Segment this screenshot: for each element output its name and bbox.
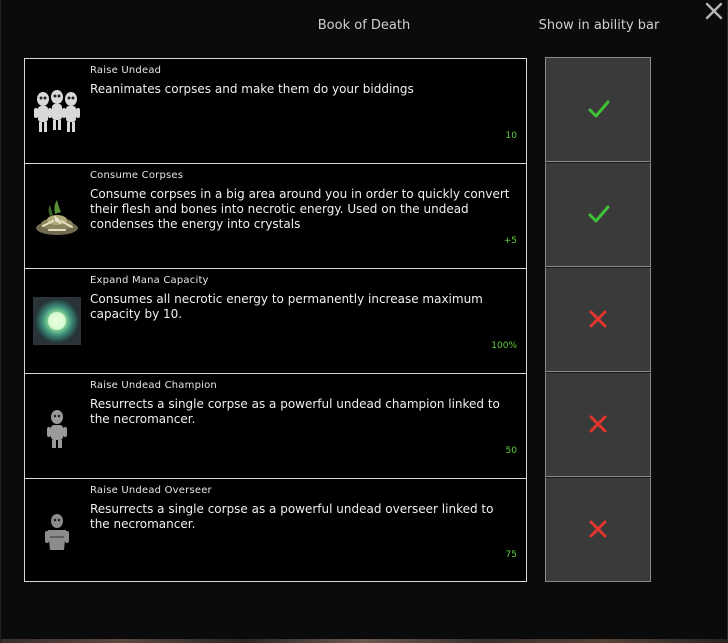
ability-cost: 50 [505, 446, 517, 456]
ability-raise-undead[interactable]: Raise Undead Reanimates corpses and make… [25, 59, 526, 164]
cross-icon [589, 520, 607, 538]
ability-cost: 75 [505, 550, 517, 560]
ability-description: Resurrects a single corpse as a powerful… [90, 397, 500, 426]
ability-name: Raise Undead Overseer [90, 485, 212, 496]
toggle-consume-corpses[interactable] [545, 162, 651, 267]
ability-expand-mana-capacity[interactable]: Expand Mana Capacity Consumes all necrot… [25, 269, 526, 374]
close-icon [705, 2, 723, 20]
ability-name: Raise Undead [90, 65, 162, 76]
toggle-raise-undead[interactable] [545, 57, 651, 162]
toggle-raise-undead-overseer[interactable] [545, 477, 651, 582]
undead-champion-icon [31, 400, 83, 452]
checkmark-icon [588, 100, 610, 118]
cross-icon [589, 310, 607, 328]
close-button[interactable] [703, 0, 725, 24]
game-world-strip [1, 639, 727, 643]
mana-orb-icon [31, 295, 83, 347]
ability-raise-undead-champion[interactable]: Raise Undead Champion Resurrects a singl… [25, 374, 526, 479]
ability-bar-toggles [545, 57, 651, 583]
book-of-death-window: Book of Death Show in ability bar Raise … [0, 0, 728, 643]
ability-list: Raise Undead Reanimates corpses and make… [24, 58, 527, 582]
ability-description: Resurrects a single corpse as a powerful… [90, 502, 494, 531]
cross-icon [589, 415, 607, 433]
ability-consume-corpses[interactable]: Consume Corpses Consume corpses in a big… [25, 164, 526, 269]
ability-cost: 100% [491, 341, 517, 351]
ability-raise-undead-overseer[interactable]: Raise Undead Overseer Resurrects a singl… [25, 479, 526, 582]
ability-description: Consume corpses in a big area around you… [90, 187, 510, 231]
toggle-raise-undead-champion[interactable] [545, 372, 651, 477]
ability-cost: 10 [505, 131, 517, 141]
book-title: Book of Death [317, 18, 411, 33]
ability-name: Consume Corpses [90, 170, 184, 181]
ability-name: Expand Mana Capacity [90, 275, 209, 286]
undead-overseer-icon [31, 505, 83, 557]
toggle-expand-mana-capacity[interactable] [545, 267, 651, 372]
ability-description: Consumes all necrotic energy to permanen… [90, 292, 483, 321]
skeleton-group-icon [31, 85, 83, 137]
ability-cost: +5 [503, 236, 517, 246]
checkmark-icon [588, 205, 610, 223]
bone-pile-icon [31, 190, 83, 242]
ability-description: Reanimates corpses and make them do your… [90, 82, 414, 96]
ability-name: Raise Undead Champion [90, 380, 217, 391]
ability-bar-column-header: Show in ability bar [538, 18, 660, 33]
